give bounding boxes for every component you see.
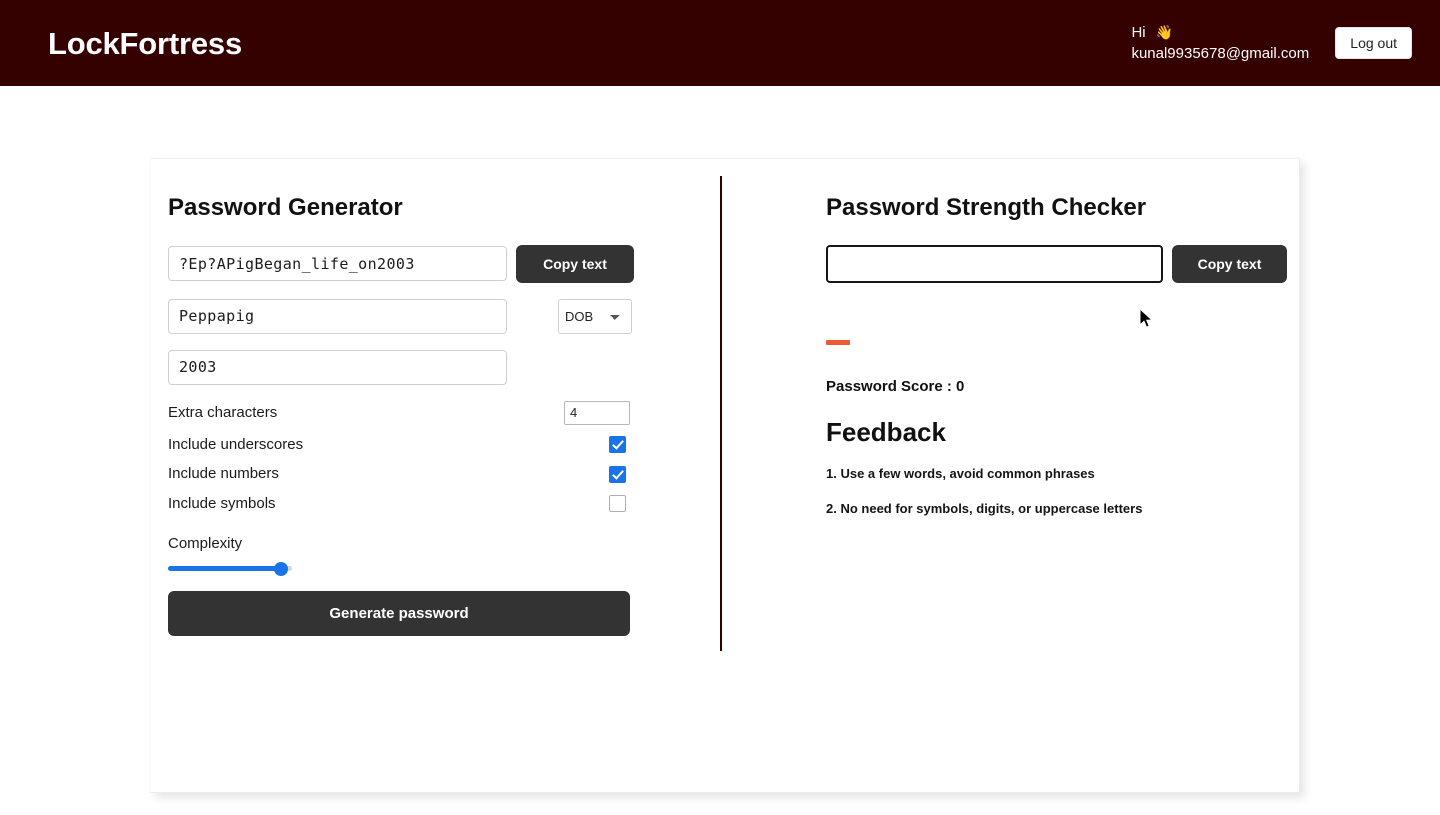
checker-title: Password Strength Checker: [826, 194, 1147, 221]
copy-generated-password-button[interactable]: Copy text: [516, 244, 634, 283]
include-numbers-row: Include numbers: [168, 464, 630, 484]
password-strength-bar: [826, 339, 850, 345]
category-select[interactable]: DOB: [558, 298, 632, 334]
password-generator-panel: Password Generator Copy text DOB Extra c…: [168, 194, 648, 637]
navbar-right-group: Hi 👋 kunal9935678@gmail.com Log out: [1131, 22, 1412, 64]
name-and-category-row: DOB: [168, 298, 648, 334]
generated-password-row: Copy text: [168, 244, 648, 283]
password-strength-checker-panel: Password Strength Checker Copy text Pass…: [826, 194, 1296, 518]
extra-characters-row: Extra characters: [168, 400, 630, 425]
panel-divider: [720, 176, 722, 651]
copy-checked-password-button[interactable]: Copy text: [1172, 244, 1287, 283]
complexity-slider-thumb[interactable]: [274, 562, 288, 577]
feedback-heading: Feedback: [826, 416, 946, 447]
user-greeting: Hi 👋 kunal9935678@gmail.com: [1131, 22, 1309, 64]
include-numbers-checkbox[interactable]: [609, 465, 626, 483]
complexity-slider[interactable]: [168, 561, 292, 577]
app-brand-title: LockFortress: [48, 25, 242, 61]
include-symbols-label: Include symbols: [168, 494, 276, 512]
mouse-cursor-icon: [1139, 308, 1154, 328]
include-symbols-row: Include symbols: [168, 494, 630, 514]
generator-title: Password Generator: [168, 194, 403, 221]
check-password-row: Copy text: [826, 244, 1296, 283]
include-underscores-checkbox[interactable]: [609, 436, 626, 454]
generated-password-input[interactable]: [168, 246, 507, 282]
year-input[interactable]: [168, 349, 507, 385]
check-password-input[interactable]: [826, 244, 1163, 283]
logout-button[interactable]: Log out: [1335, 26, 1412, 60]
user-email: kunal9935678@gmail.com: [1131, 45, 1310, 62]
include-underscores-label: Include underscores: [168, 435, 304, 453]
feedback-item: 1. Use a few words, avoid common phrases: [826, 465, 1095, 481]
top-navbar: LockFortress Hi 👋 kunal9935678@gmail.com…: [0, 0, 1440, 86]
extra-characters-input[interactable]: [564, 400, 630, 425]
generate-password-button[interactable]: Generate password: [168, 591, 630, 637]
year-row: [168, 349, 648, 385]
name-input[interactable]: [168, 298, 507, 334]
complexity-label: Complexity: [168, 535, 243, 553]
include-symbols-checkbox[interactable]: [609, 495, 626, 513]
main-card: Password Generator Copy text DOB Extra c…: [150, 158, 1300, 793]
greeting-text: Hi: [1131, 24, 1146, 41]
feedback-item: 2. No need for symbols, digits, or upper…: [826, 500, 1143, 516]
include-underscores-row: Include underscores: [168, 435, 630, 455]
complexity-slider-fill: [168, 566, 282, 572]
greeting-line: Hi 👋: [1131, 22, 1309, 43]
include-numbers-label: Include numbers: [168, 465, 279, 483]
extra-characters-label: Extra characters: [168, 404, 278, 422]
password-score-text: Password Score : 0: [826, 377, 965, 395]
waving-hand-icon: 👋: [1155, 24, 1174, 40]
